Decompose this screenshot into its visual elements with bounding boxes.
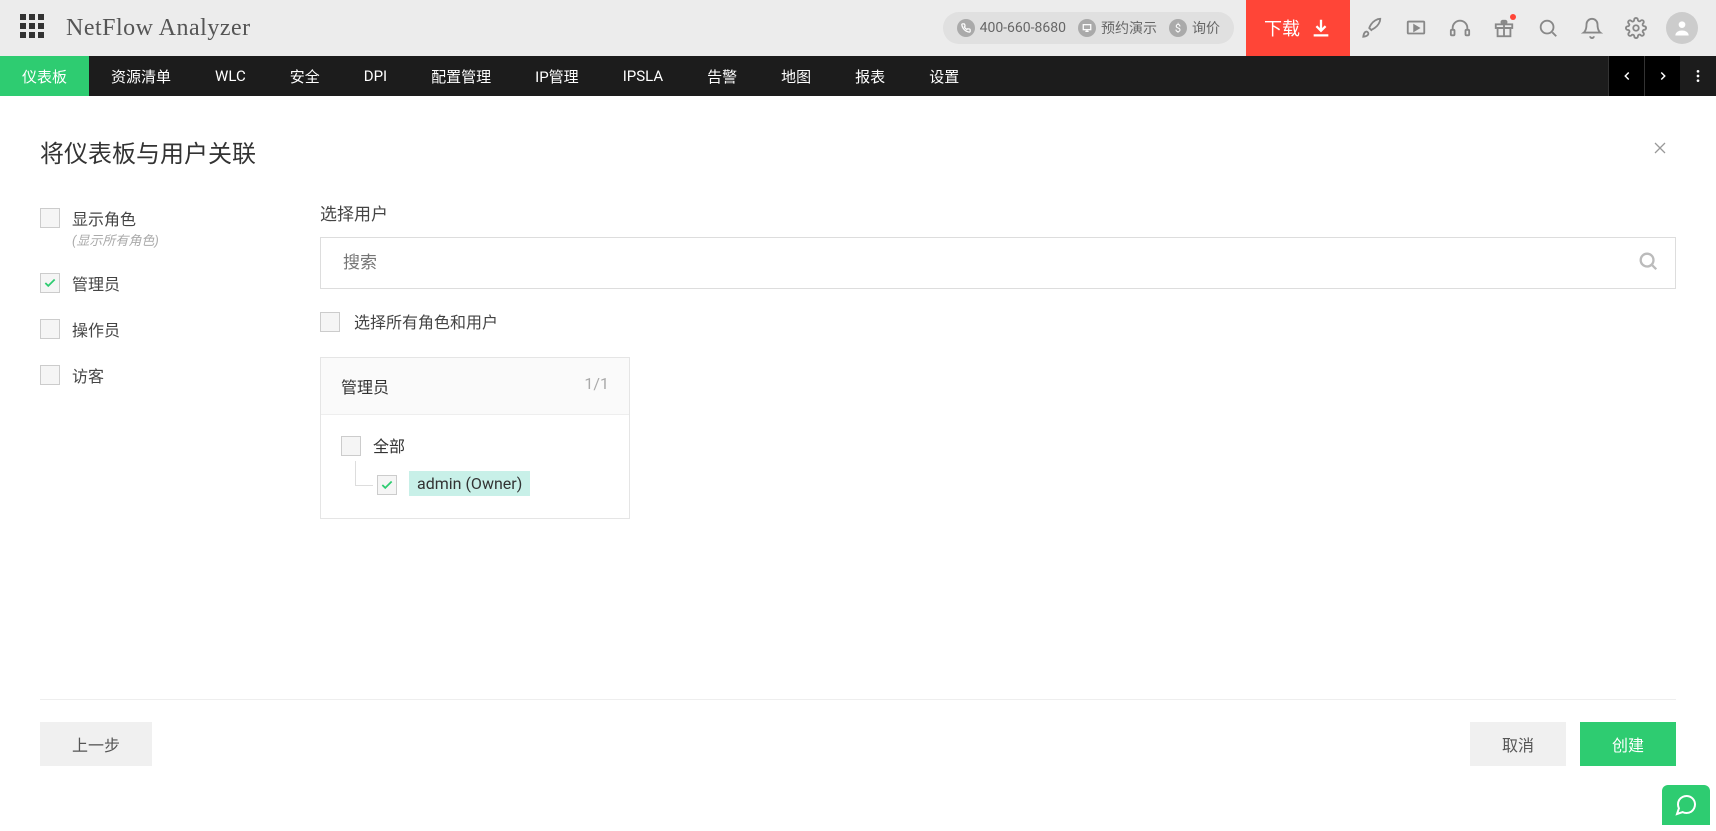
all-label: 全部 [373, 433, 405, 457]
nav-item-10[interactable]: 报表 [833, 56, 907, 96]
download-label: 下载 [1264, 15, 1300, 41]
download-icon [1310, 17, 1332, 39]
select-user-label: 选择用户 [320, 200, 1676, 225]
select-all-role-checkbox[interactable] [341, 436, 361, 456]
close-icon[interactable] [1644, 132, 1676, 170]
demo-segment[interactable]: 预约演示 [1078, 18, 1157, 38]
role-checkbox-1[interactable] [40, 319, 60, 339]
prev-button[interactable]: 上一步 [40, 722, 152, 766]
nav-item-8[interactable]: 告警 [685, 56, 759, 96]
rocket-icon[interactable] [1350, 0, 1394, 56]
show-roles-sublabel: (显示所有角色) [72, 230, 159, 249]
nav-scroll-right[interactable] [1644, 56, 1680, 96]
role-label-0: 管理员 [72, 271, 120, 295]
nav-item-4[interactable]: DPI [342, 56, 409, 96]
search-icon[interactable] [1637, 250, 1659, 276]
user-search-input[interactable] [343, 253, 1625, 273]
chat-fab[interactable] [1662, 785, 1710, 825]
page-title: 将仪表板与用户关联 [40, 134, 256, 169]
dollar-icon: $ [1169, 19, 1187, 37]
select-all-checkbox[interactable] [320, 312, 340, 332]
main-nav: 仪表板资源清单WLC安全DPI配置管理IP管理IPSLA告警地图报表设置 [0, 56, 1716, 96]
show-roles-checkbox[interactable] [40, 208, 60, 228]
headset-icon[interactable] [1438, 0, 1482, 56]
user-checkbox-admin[interactable] [377, 475, 397, 495]
phone-segment[interactable]: 400-660-8680 [957, 19, 1066, 37]
contact-pill: 400-660-8680 预约演示 $ 询价 [943, 12, 1234, 44]
quote-segment[interactable]: $ 询价 [1169, 18, 1220, 38]
role-checkbox-0[interactable] [40, 273, 60, 293]
nav-scroll-left[interactable] [1608, 56, 1644, 96]
download-button[interactable]: 下载 [1246, 0, 1350, 56]
gift-icon[interactable] [1482, 0, 1526, 56]
search-icon[interactable] [1526, 0, 1570, 56]
app-launcher-icon[interactable] [20, 14, 48, 42]
presentation-icon [1078, 19, 1096, 37]
role-checkbox-2[interactable] [40, 365, 60, 385]
nav-item-2[interactable]: WLC [193, 56, 268, 96]
user-avatar[interactable] [1666, 12, 1698, 44]
show-roles-label: 显示角色 [72, 206, 159, 230]
role-label-1: 操作员 [72, 317, 120, 341]
nav-item-3[interactable]: 安全 [268, 56, 342, 96]
nav-item-7[interactable]: IPSLA [601, 56, 685, 96]
app-title: NetFlow Analyzer [66, 15, 251, 42]
user-role-card: 管理员 1/1 全部 admin (Owner) [320, 357, 630, 519]
settings-icon[interactable] [1614, 0, 1658, 56]
bell-icon[interactable] [1570, 0, 1614, 56]
nav-item-0[interactable]: 仪表板 [0, 56, 89, 96]
nav-item-1[interactable]: 资源清单 [89, 56, 193, 96]
top-bar: NetFlow Analyzer 400-660-8680 预约演示 $ 询价 … [0, 0, 1716, 56]
role-sidebar: 显示角色 (显示所有角色) 管理员操作员访客 [40, 200, 280, 519]
nav-more-icon[interactable] [1680, 56, 1716, 96]
phone-number: 400-660-8680 [980, 20, 1066, 36]
presentation-icon[interactable] [1394, 0, 1438, 56]
select-all-label: 选择所有角色和用户 [354, 309, 498, 333]
nav-item-11[interactable]: 设置 [907, 56, 981, 96]
demo-label: 预约演示 [1101, 18, 1157, 38]
user-name-admin[interactable]: admin (Owner) [409, 471, 530, 496]
nav-item-5[interactable]: 配置管理 [409, 56, 513, 96]
nav-item-6[interactable]: IP管理 [513, 56, 601, 96]
quote-label: 询价 [1192, 18, 1220, 38]
nav-item-9[interactable]: 地图 [759, 56, 833, 96]
search-wrapper [320, 237, 1676, 289]
phone-icon [957, 19, 975, 37]
card-count: 1/1 [584, 374, 609, 398]
cancel-button[interactable]: 取消 [1470, 722, 1566, 766]
card-role-title: 管理员 [341, 374, 389, 398]
role-label-2: 访客 [72, 363, 104, 387]
create-button[interactable]: 创建 [1580, 722, 1676, 766]
